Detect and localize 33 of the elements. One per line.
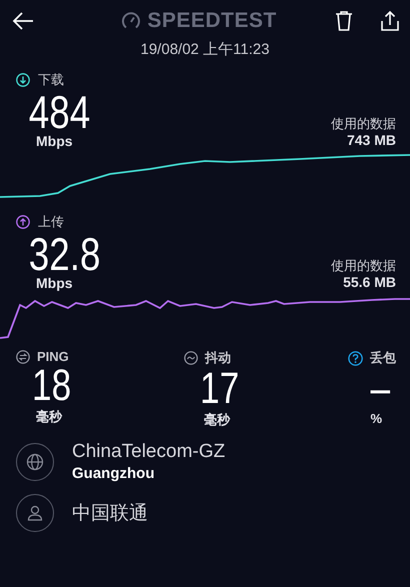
help-icon[interactable] — [348, 350, 363, 366]
share-button[interactable] — [380, 10, 400, 32]
stat-value: – — [370, 367, 391, 411]
speed-unit: Mbps — [36, 275, 73, 291]
stat-label: PING — [37, 349, 69, 364]
provider-name: 中国联通 — [72, 503, 148, 524]
stat-value: 18 — [31, 364, 72, 408]
app-title: SPEEDTEST — [147, 9, 277, 33]
stat-label: 丢包 — [370, 349, 396, 367]
data-used-value: 55.6 MB — [342, 274, 396, 291]
stat-value: 17 — [199, 367, 240, 411]
stat-unit: 毫秒 — [35, 408, 64, 426]
result-label: 上传 — [38, 213, 64, 231]
globe-icon — [26, 452, 44, 470]
data-used-label: 使用的数据 — [331, 258, 396, 273]
data-used-value: 743 MB — [346, 132, 396, 149]
speed-value: 484 — [28, 89, 90, 135]
result-label: 下载 — [38, 71, 64, 89]
data-used-label: 使用的数据 — [331, 116, 396, 131]
stat-unit: 毫秒 — [203, 411, 232, 429]
speed-value: 32.8 — [28, 231, 100, 277]
server-name: ChinaTelecom-GZ — [72, 441, 226, 462]
test-date: 19/08/02 上午11:23 — [140, 40, 270, 59]
delete-button[interactable] — [334, 10, 354, 32]
stat-unit: % — [370, 411, 383, 426]
stat-label: 抖动 — [205, 349, 231, 367]
speed-unit: Mbps — [36, 133, 73, 149]
server-location: Guangzhou — [72, 465, 156, 482]
wave-icon — [184, 351, 198, 365]
gauge-icon — [121, 11, 142, 31]
back-button[interactable] — [12, 11, 34, 31]
user-icon — [26, 504, 44, 522]
ping-icon — [16, 350, 30, 364]
